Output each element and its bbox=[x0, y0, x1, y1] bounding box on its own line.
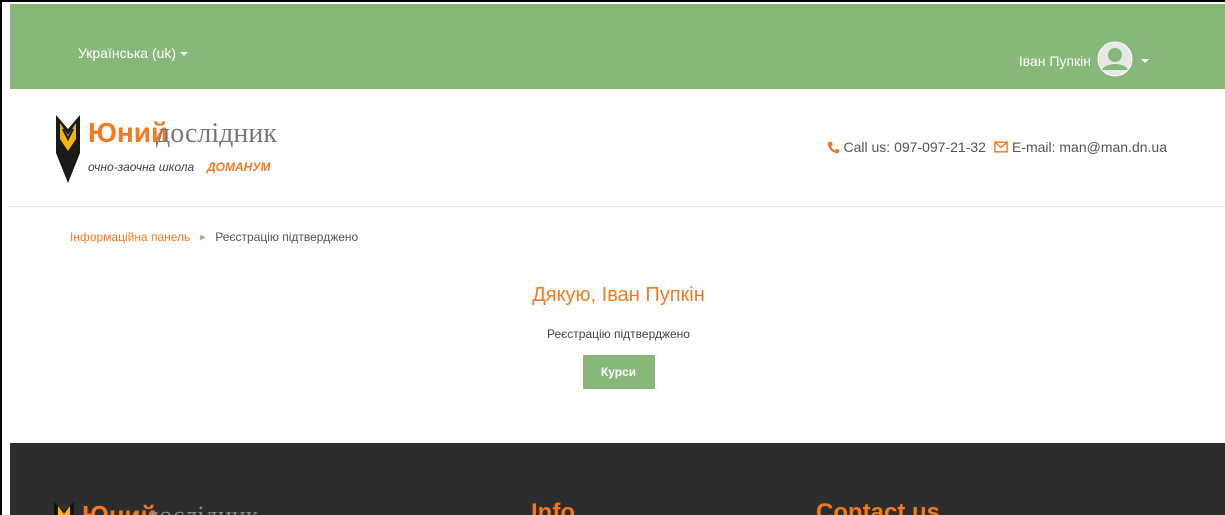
site-header: Юний дослідник очно-заочна школа ДОМАНУМ… bbox=[10, 89, 1225, 207]
email-contact: E-mail: man@man.dn.ua bbox=[994, 139, 1167, 155]
main-content: Дякую, Іван Пупкін Реєстрацію підтвердже… bbox=[10, 272, 1225, 389]
email-text[interactable]: E-mail: man@man.dn.ua bbox=[1012, 139, 1167, 155]
language-label: Українська (uk) bbox=[78, 45, 177, 61]
footer-logo-rest: дослідник bbox=[146, 501, 259, 515]
caret-down-icon bbox=[1141, 58, 1149, 63]
confirmation-message: Реєстрацію підтверджено bbox=[547, 327, 690, 341]
footer-contact-title: Contact us bbox=[816, 499, 941, 515]
breadcrumb-separator-icon: ► bbox=[198, 232, 208, 242]
logo-word-rest: дослідник bbox=[156, 118, 277, 149]
logo-brand: ДОМАНУМ bbox=[206, 160, 271, 174]
footer-info-title: Info bbox=[531, 499, 575, 515]
site-footer: Юний дослідник Info Contact us bbox=[10, 443, 1225, 515]
breadcrumb-current: Реєстрацію підтверджено bbox=[215, 230, 359, 244]
language-menu[interactable]: Українська (uk) bbox=[78, 45, 189, 61]
envelope-icon bbox=[994, 141, 1008, 153]
page-frame: Українська (uk) Іван Пупкін Юний дослідн… bbox=[0, 0, 1225, 515]
user-menu[interactable]: Іван Пупкін bbox=[1019, 41, 1149, 80]
contact-info: Call us: 097-097-21-32 E-mail: man@man.d… bbox=[827, 139, 1167, 155]
caret-down-icon bbox=[180, 52, 189, 57]
site-logo[interactable]: Юний дослідник очно-заочна школа ДОМАНУМ bbox=[54, 109, 304, 189]
top-navbar: Українська (uk) Іван Пупкін bbox=[10, 4, 1225, 89]
footer-logo[interactable]: Юний дослідник bbox=[52, 498, 312, 515]
breadcrumb: Інформаційна панель ► Реєстрацію підтвер… bbox=[70, 230, 358, 244]
courses-button[interactable]: Курси bbox=[582, 355, 655, 389]
breadcrumb-dashboard-link[interactable]: Інформаційна панель bbox=[70, 230, 190, 244]
phone-text[interactable]: Call us: 097-097-21-32 bbox=[844, 139, 986, 155]
logo-subtitle: очно-заочна школа bbox=[88, 160, 194, 174]
phone-contact: Call us: 097-097-21-32 bbox=[827, 139, 986, 155]
user-name: Іван Пупкін bbox=[1018, 52, 1091, 69]
phone-icon bbox=[827, 141, 839, 153]
user-avatar-icon bbox=[1097, 41, 1133, 80]
page-title: Дякую, Іван Пупкін bbox=[532, 284, 705, 306]
